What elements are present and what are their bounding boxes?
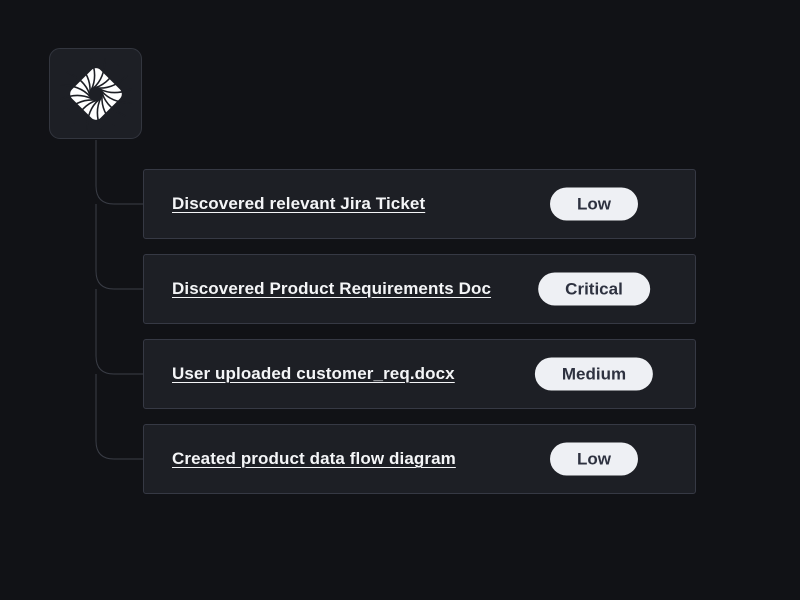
priority-badge: Medium bbox=[534, 357, 654, 391]
connector-line bbox=[95, 204, 143, 290]
list-item: User uploaded customer_req.docx Medium bbox=[143, 339, 696, 409]
connector-line bbox=[95, 289, 143, 375]
list-item: Created product data flow diagram Low bbox=[143, 424, 696, 494]
item-title-link[interactable]: Discovered relevant Jira Ticket bbox=[172, 194, 425, 214]
item-title-link[interactable]: User uploaded customer_req.docx bbox=[172, 364, 455, 384]
priority-badge: Critical bbox=[538, 272, 650, 306]
priority-badge: Low bbox=[550, 187, 638, 221]
list-item: Discovered Product Requirements Doc Crit… bbox=[143, 254, 696, 324]
swirl-logo-icon bbox=[59, 57, 132, 130]
connector-line bbox=[95, 140, 143, 205]
item-title-link[interactable]: Created product data flow diagram bbox=[172, 449, 456, 469]
activity-feed-panel: Discovered relevant Jira Ticket Low Disc… bbox=[0, 0, 800, 600]
connector-line bbox=[95, 374, 143, 460]
activity-list: Discovered relevant Jira Ticket Low Disc… bbox=[143, 169, 696, 509]
item-title-link[interactable]: Discovered Product Requirements Doc bbox=[172, 279, 491, 299]
list-item: Discovered relevant Jira Ticket Low bbox=[143, 169, 696, 239]
app-logo bbox=[49, 48, 142, 139]
priority-badge: Low bbox=[550, 442, 638, 476]
